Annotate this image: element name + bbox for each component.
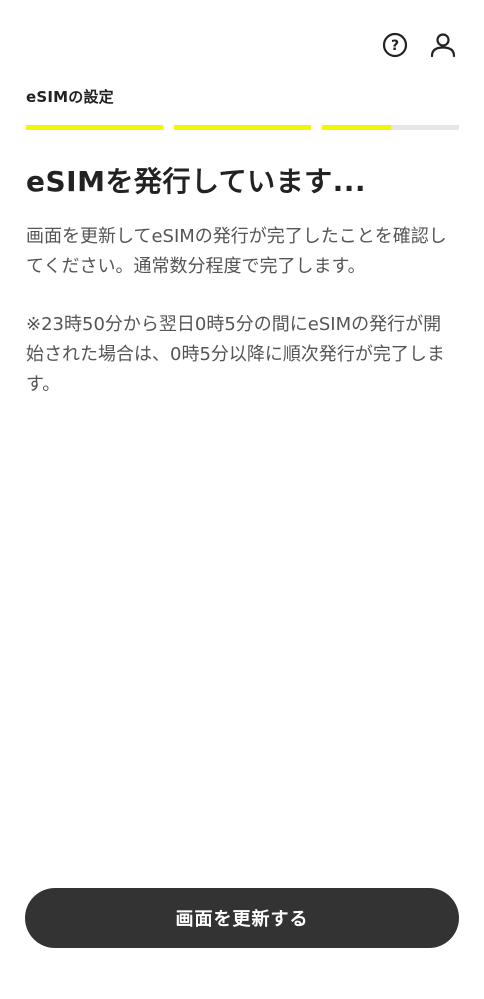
step-label: eSIMの設定 bbox=[26, 88, 114, 106]
progress-segment-1 bbox=[26, 125, 163, 130]
progress-segment-3 bbox=[322, 125, 459, 130]
page-title: eSIMを発行しています... bbox=[26, 165, 367, 198]
note-text: ※23時50分から翌日0時5分の間にeSIMの発行が開始された場合は、0時5分以… bbox=[26, 314, 445, 395]
account-icon[interactable] bbox=[428, 30, 458, 60]
progress-fill-2 bbox=[174, 125, 311, 130]
progress-segment-2 bbox=[174, 125, 311, 130]
refresh-button[interactable]: 画面を更新する bbox=[25, 888, 459, 948]
svg-text:?: ? bbox=[391, 38, 399, 54]
instruction-text: 画面を更新してeSIMの発行が完了したことを確認してください。通常数分程度で完了… bbox=[26, 226, 447, 277]
progress-fill-1 bbox=[26, 125, 163, 130]
progress-fill-3 bbox=[322, 125, 391, 130]
help-icon[interactable]: ? bbox=[380, 30, 410, 60]
header-icons: ? bbox=[380, 30, 458, 60]
progress-bar bbox=[26, 125, 459, 130]
